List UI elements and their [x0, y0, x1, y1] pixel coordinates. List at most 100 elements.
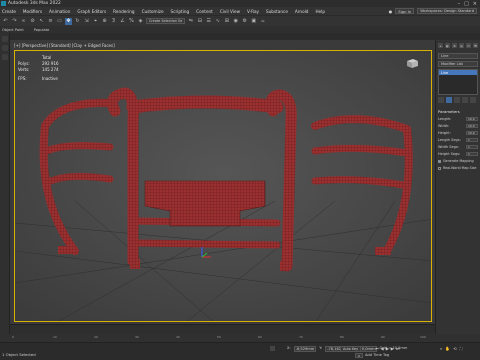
undo-icon[interactable]: ↶	[2, 18, 9, 25]
menu-scripting[interactable]: Scripting	[171, 9, 190, 14]
current-frame-field[interactable]: 0	[355, 353, 363, 358]
viewcube-icon[interactable]	[404, 57, 420, 69]
viewport-canvas[interactable]	[15, 51, 432, 322]
select-rotate-icon[interactable]: ↻	[74, 18, 81, 25]
close-icon[interactable]: ×	[473, 1, 477, 7]
menu-create[interactable]: Create	[2, 9, 16, 14]
stack-tools	[438, 97, 478, 103]
schematic-icon[interactable]: ⊞	[223, 18, 230, 25]
user-icon[interactable]: ●	[389, 9, 393, 14]
go-to-start-icon[interactable]: ⏮	[375, 346, 379, 351]
workspace-dropdown[interactable]: Workspaces: Design Standard	[417, 8, 477, 14]
minimize-icon[interactable]: –	[458, 1, 461, 7]
play-icon[interactable]: ▶	[386, 346, 389, 351]
layer-explorer-icon[interactable]	[2, 45, 8, 51]
display-tab-icon[interactable]: ▭	[466, 43, 471, 48]
menu-rendering[interactable]: Rendering	[113, 9, 134, 14]
parameters-rollout-title[interactable]: Parameters	[436, 109, 480, 114]
z-coordinate-field[interactable]: 0,0mm	[359, 346, 377, 352]
add-time-tag-button[interactable]: Add Time Tag	[365, 353, 389, 357]
object-name-field[interactable]: Line	[438, 53, 478, 59]
show-end-result-icon[interactable]	[446, 97, 452, 103]
modifier-list-dropdown[interactable]: Modifier List	[438, 61, 478, 67]
ribbon-tab-populate[interactable]: Populate	[34, 28, 50, 32]
select-object-icon[interactable]: ↖	[38, 18, 45, 25]
viewport-perspective[interactable]	[14, 50, 432, 322]
param-width-segs-value[interactable]: 1	[466, 145, 478, 149]
param-length-value[interactable]: 10.0	[466, 117, 478, 121]
modifier-stack-item[interactable]: Line	[439, 70, 477, 75]
go-to-end-icon[interactable]: ⏭	[396, 346, 400, 351]
place-icon[interactable]: ⌖	[92, 18, 99, 25]
time-slider[interactable]	[10, 324, 435, 334]
next-frame-icon[interactable]: ▶	[391, 346, 394, 351]
orbit-icon[interactable]: ⟲	[453, 346, 456, 351]
param-length-segs: Length Segs: 1	[436, 138, 480, 142]
configure-sets-icon[interactable]	[470, 97, 476, 103]
param-height-segs-value[interactable]: 1	[466, 152, 478, 156]
lock-selection-icon[interactable]	[270, 346, 275, 351]
maximize-icon[interactable]: □	[464, 1, 469, 7]
menu-animation[interactable]: Animation	[49, 9, 70, 14]
utilities-tab-icon[interactable]: ⚒	[473, 43, 478, 48]
select-move-icon[interactable]: ✥	[65, 17, 72, 25]
menu-help[interactable]: Help	[315, 9, 325, 14]
checkbox-icon[interactable]	[438, 159, 441, 163]
menu-customize[interactable]: Customize	[142, 9, 164, 14]
rect-selection-icon[interactable]: ▭	[56, 18, 63, 25]
menu-civil-view[interactable]: Civil View	[220, 9, 240, 14]
render-icon[interactable]: ☕	[259, 18, 266, 25]
layers-icon[interactable]: ☰	[205, 18, 212, 25]
menu-modifiers[interactable]: Modifiers	[23, 9, 42, 14]
create-tab-icon[interactable]: +	[438, 43, 443, 48]
mirror-icon[interactable]: ⇋	[187, 18, 194, 25]
select-by-name-icon[interactable]: ≡	[47, 18, 54, 25]
x-coordinate-field[interactable]: -6,529mm	[293, 346, 317, 352]
pan-icon[interactable]: ✋	[445, 346, 450, 351]
menu-vray[interactable]: V-Ray	[247, 9, 259, 14]
auto-key-button[interactable]: Auto Key	[340, 346, 362, 352]
selection-set-dropdown[interactable]: Create Selection Se	[146, 18, 186, 24]
display-filter-icon[interactable]	[2, 54, 8, 60]
viewport-label[interactable]: [+] [Perspective] [Standard] [Clay + Edg…	[14, 43, 115, 48]
modify-tab-icon[interactable]: ◐	[445, 43, 450, 48]
checkbox-icon[interactable]	[438, 166, 441, 170]
percent-snap-icon[interactable]: %	[128, 18, 135, 25]
menu-content[interactable]: Content	[196, 9, 213, 14]
curve-editor-icon[interactable]: ∿	[214, 18, 221, 25]
param-width-value[interactable]: 10.0	[466, 124, 478, 128]
redo-icon[interactable]: ↷	[11, 18, 18, 25]
link-icon[interactable]: ∞	[20, 18, 27, 25]
select-scale-icon[interactable]: ⇲	[83, 18, 90, 25]
pivot-icon[interactable]: ⊕	[101, 18, 108, 25]
motion-tab-icon[interactable]: ◎	[459, 43, 464, 48]
menu-graph-editors[interactable]: Graph Editors	[77, 9, 106, 14]
sign-in-button[interactable]: Sign In	[395, 8, 415, 14]
real-world-map-checkbox[interactable]: Real-World Map Size	[436, 166, 480, 170]
spinner-snap-icon[interactable]: ◈	[137, 18, 144, 25]
track-bar[interactable]: 0 10 20 30 40 50 60 70 80 90 100	[0, 334, 480, 342]
unlink-icon[interactable]: ⊘	[29, 18, 36, 25]
generate-mapping-checkbox[interactable]: Generate Mapping	[436, 159, 480, 163]
make-unique-icon[interactable]	[454, 97, 460, 103]
angle-snap-icon[interactable]: ∠	[119, 18, 126, 25]
render-frame-icon[interactable]: ▣	[250, 18, 257, 25]
hierarchy-tab-icon[interactable]: ⋔	[452, 43, 457, 48]
maximize-viewport-icon[interactable]: ⛶	[460, 346, 463, 351]
param-height-value[interactable]: 10.0	[466, 131, 478, 135]
render-setup-icon[interactable]: ⚙	[241, 18, 248, 25]
menu-substance[interactable]: Substance	[266, 9, 288, 14]
snap-icon[interactable]: 3	[110, 18, 117, 25]
remove-modifier-icon[interactable]	[462, 97, 468, 103]
param-height-segs: Height Segs: 1	[436, 152, 480, 156]
pin-stack-icon[interactable]	[438, 97, 444, 103]
ribbon-tab-object-paint[interactable]: Object Paint	[2, 28, 24, 32]
align-icon[interactable]: ⊟	[196, 18, 203, 25]
previous-frame-icon[interactable]: ◀	[381, 346, 384, 351]
param-width-segs: Width Segs: 1	[436, 145, 480, 149]
param-length-segs-value[interactable]: 1	[466, 138, 478, 142]
menu-arnold[interactable]: Arnold	[295, 9, 309, 14]
zoom-icon[interactable]: ⌕	[440, 346, 442, 351]
material-editor-icon[interactable]: ◉	[232, 18, 239, 25]
scene-explorer-icon[interactable]	[2, 36, 8, 42]
